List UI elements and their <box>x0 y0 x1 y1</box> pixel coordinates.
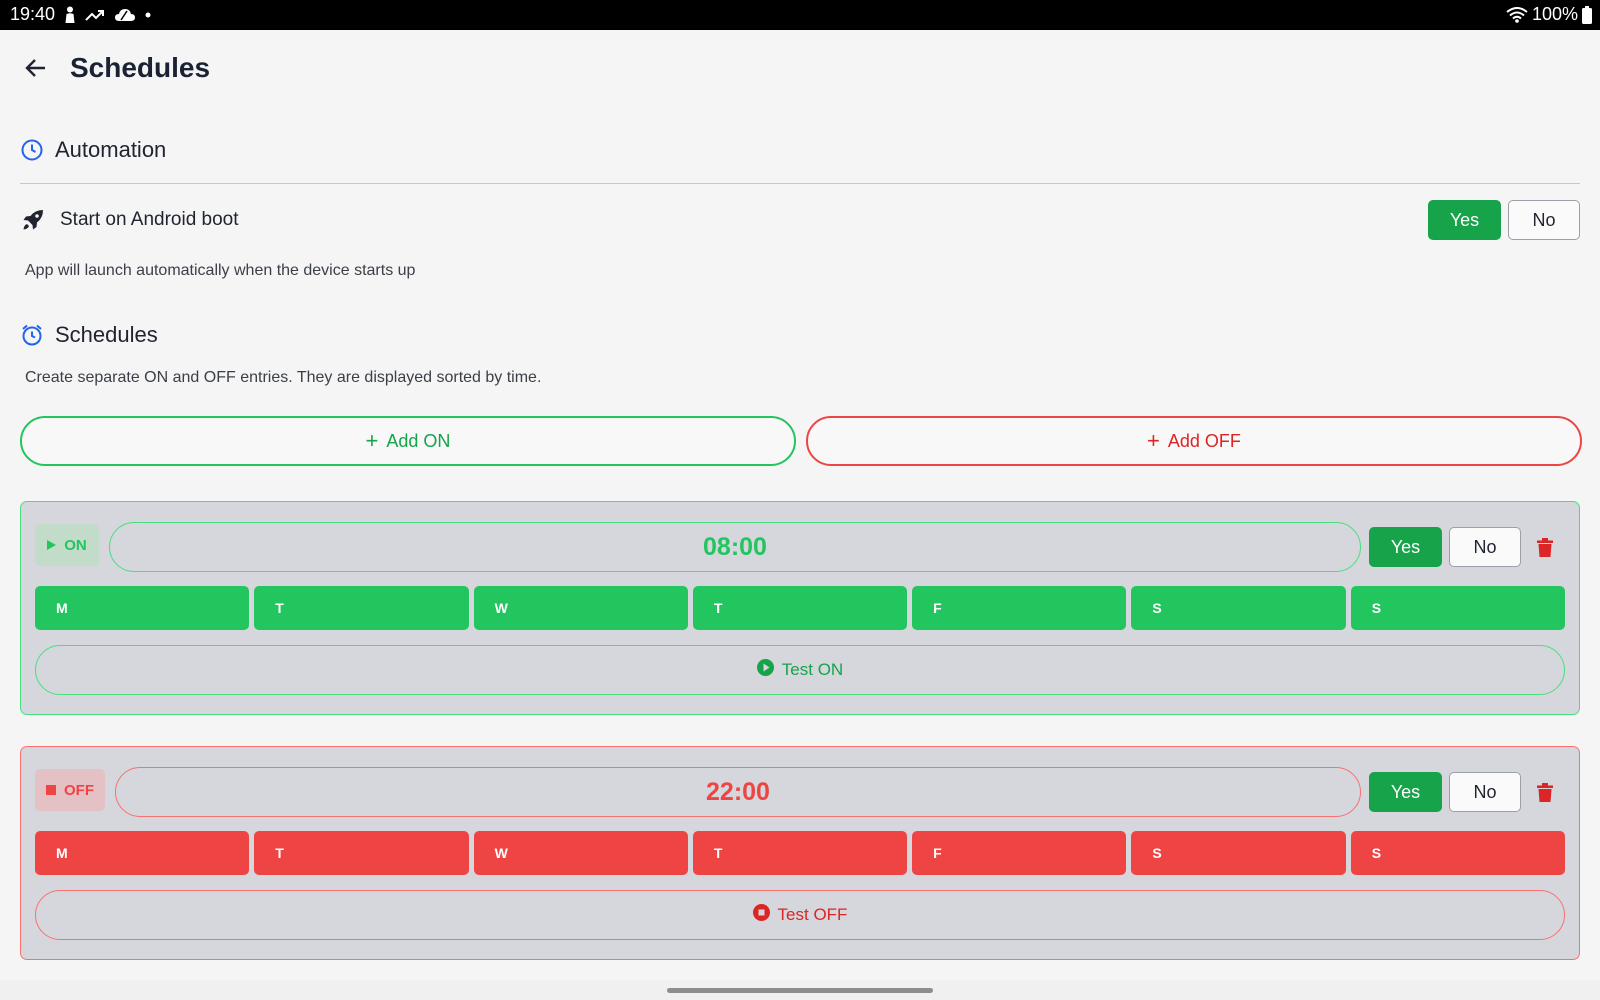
day-toggle-sun[interactable]: S <box>1350 586 1565 630</box>
day-toggle-sun[interactable]: S <box>1350 831 1565 875</box>
test-on-button[interactable]: Test ON <box>35 645 1565 695</box>
day-toggle-fri[interactable]: F <box>912 586 1127 630</box>
alarm-clock-icon <box>20 323 44 347</box>
test-off-button[interactable]: Test OFF <box>35 890 1565 940</box>
schedule-card-off: OFF 22:00 Yes No M T W T F S S Test OFF <box>20 746 1580 960</box>
boot-setting-label: Start on Android boot <box>60 209 239 230</box>
add-on-button[interactable]: + Add ON <box>20 416 796 466</box>
section-divider <box>20 183 1580 184</box>
day-toggle-sat[interactable]: S <box>1131 831 1346 875</box>
schedules-title: Schedules <box>55 322 158 347</box>
day-toggle-wed[interactable]: W <box>473 586 688 630</box>
day-toggle-wed[interactable]: W <box>473 831 688 875</box>
plus-icon: + <box>1147 428 1160 453</box>
battery-percent: 100% <box>1531 4 1578 24</box>
boot-setting-description: App will launch automatically when the d… <box>25 262 416 279</box>
stop-icon <box>46 782 56 799</box>
off-badge-label: OFF <box>64 781 94 799</box>
off-enabled-no-button[interactable]: No <box>1449 772 1521 812</box>
day-toggle-sat[interactable]: S <box>1131 586 1346 630</box>
day-toggle-tue[interactable]: T <box>254 586 469 630</box>
day-toggle-mon[interactable]: M <box>35 831 250 875</box>
wifi-icon <box>1506 6 1528 23</box>
navigation-bar <box>0 980 1600 1000</box>
battery-icon <box>1582 5 1592 24</box>
test-on-label: Test ON <box>781 660 844 679</box>
page-title: Schedules <box>70 52 211 83</box>
on-time-field[interactable]: 08:00 <box>109 522 1361 572</box>
automation-header: Automation <box>20 137 166 163</box>
day-toggle-thu[interactable]: T <box>692 831 908 875</box>
schedule-card-on: ON 08:00 Yes No M T W T F S S Test ON <box>20 501 1580 715</box>
off-enabled-yes-button[interactable]: Yes <box>1369 772 1442 812</box>
gesture-handle[interactable] <box>667 988 933 993</box>
boot-setting-row: Start on Android boot Yes No <box>20 200 1580 240</box>
dot-icon <box>145 12 151 18</box>
on-badge: ON <box>35 524 99 566</box>
rocket-icon <box>22 209 44 231</box>
on-enabled-yes-button[interactable]: Yes <box>1369 527 1442 567</box>
on-enabled-no-button[interactable]: No <box>1449 527 1521 567</box>
on-badge-label: ON <box>64 536 87 554</box>
play-circle-icon <box>756 659 774 681</box>
on-days-row: M T W T F S S <box>35 586 1565 630</box>
app-bar: Schedules <box>0 30 1600 110</box>
add-on-label: Add ON <box>386 430 451 451</box>
person-icon <box>64 6 76 24</box>
day-toggle-mon[interactable]: M <box>35 586 250 630</box>
back-button[interactable] <box>20 54 52 86</box>
add-off-button[interactable]: + Add OFF <box>806 416 1582 466</box>
arrow-left-icon <box>24 56 48 85</box>
day-toggle-thu[interactable]: T <box>692 586 908 630</box>
status-time: 19:40 <box>10 4 56 24</box>
clock-icon <box>20 138 44 162</box>
trash-icon[interactable] <box>1534 535 1556 559</box>
add-off-label: Add OFF <box>1167 430 1241 451</box>
automation-title: Automation <box>55 137 167 162</box>
day-toggle-fri[interactable]: F <box>912 831 1127 875</box>
trending-icon <box>85 8 105 22</box>
test-off-label: Test OFF <box>777 905 848 924</box>
plus-icon: + <box>365 428 379 453</box>
trash-icon[interactable] <box>1534 780 1556 804</box>
off-badge: OFF <box>35 769 105 811</box>
stop-circle-icon <box>752 904 770 926</box>
status-bar: 19:40 100% <box>0 0 1600 30</box>
schedules-description: Create separate ON and OFF entries. They… <box>25 369 542 386</box>
boot-no-button[interactable]: No <box>1508 200 1580 240</box>
play-icon <box>47 537 57 554</box>
schedules-header: Schedules <box>20 322 158 348</box>
boot-yes-button[interactable]: Yes <box>1428 200 1501 240</box>
cloud-icon <box>114 8 136 22</box>
day-toggle-tue[interactable]: T <box>254 831 469 875</box>
off-days-row: M T W T F S S <box>35 831 1565 875</box>
off-time-field[interactable]: 22:00 <box>115 767 1361 817</box>
